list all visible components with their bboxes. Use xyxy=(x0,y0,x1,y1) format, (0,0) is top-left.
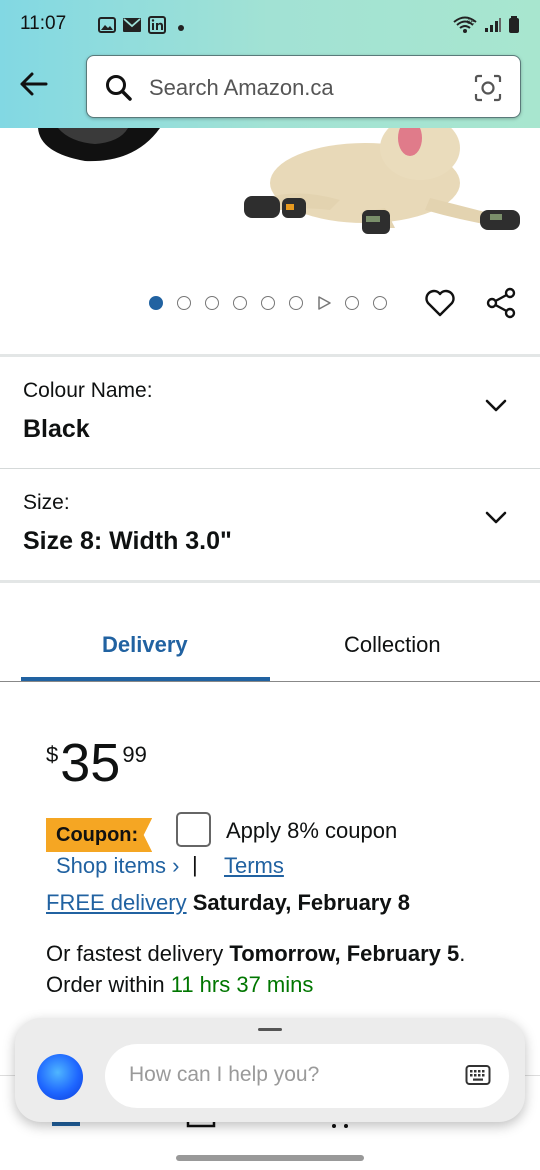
coupon-apply-label[interactable]: Apply 8% coupon xyxy=(226,818,397,844)
free-delivery-link[interactable]: FREE delivery xyxy=(46,890,187,915)
price-currency: $ xyxy=(46,742,59,767)
divider xyxy=(0,580,540,583)
signal-icon xyxy=(484,17,502,38)
product-image xyxy=(38,128,520,234)
carousel-dot[interactable] xyxy=(205,296,219,310)
linkedin-icon xyxy=(148,16,166,39)
fastest-suffix: . xyxy=(459,941,466,966)
size-value: Size 8: Width 3.0" xyxy=(23,527,232,555)
camera-search-icon[interactable] xyxy=(473,73,503,108)
free-delivery-line: FREE delivery Saturday, February 8 xyxy=(46,890,410,916)
coupon-checkbox[interactable] xyxy=(176,812,211,847)
carousel-dot[interactable] xyxy=(345,296,359,310)
order-within-prefix: Order within xyxy=(46,972,165,997)
gesture-bar[interactable] xyxy=(176,1155,364,1161)
price: $ 35 99 xyxy=(46,736,147,790)
chevron-down-icon[interactable] xyxy=(484,393,508,422)
size-label: Size: xyxy=(23,491,70,514)
status-right-icons: 6E xyxy=(452,15,520,40)
status-time: 11:07 xyxy=(20,13,67,34)
assistant-panel: How can I help you? xyxy=(15,1018,525,1122)
coupon-badge: Coupon: xyxy=(46,818,153,852)
carousel-indicators xyxy=(149,296,387,310)
size-selector[interactable]: Size: Size 8: Width 3.0" xyxy=(0,469,540,581)
shop-items-link[interactable]: Shop items › xyxy=(56,853,180,879)
terms-link[interactable]: Terms xyxy=(224,853,284,879)
drag-handle[interactable] xyxy=(258,1028,282,1031)
carousel-dot[interactable] xyxy=(177,296,191,310)
carousel-dot[interactable] xyxy=(373,296,387,310)
order-within-time: 11 hrs 37 mins xyxy=(170,972,314,997)
chevron-down-icon[interactable] xyxy=(484,505,508,534)
price-whole: 35 xyxy=(60,733,121,793)
heart-icon[interactable] xyxy=(423,286,457,325)
carousel-dot[interactable] xyxy=(289,296,303,310)
assistant-orb-icon[interactable] xyxy=(37,1054,83,1100)
share-icon[interactable] xyxy=(484,286,518,325)
delivery-tabs: Delivery Collection xyxy=(0,610,540,684)
fastest-prefix: Or fastest delivery xyxy=(46,941,224,966)
link-separator: | xyxy=(192,852,198,877)
search-input[interactable]: Search Amazon.ca xyxy=(149,75,334,101)
dot-icon xyxy=(178,24,184,31)
tab-delivery[interactable]: Delivery xyxy=(102,632,188,658)
colour-value: Black xyxy=(23,415,90,443)
mail-icon xyxy=(122,17,142,38)
search-icon xyxy=(105,74,133,107)
fastest-delivery-text: Or fastest delivery Tomorrow, February 5… xyxy=(46,938,516,1000)
carousel-dot[interactable] xyxy=(149,296,163,310)
carousel-video-indicator[interactable] xyxy=(317,296,331,310)
keyboard-icon[interactable] xyxy=(465,1064,491,1091)
free-delivery-date: Saturday, February 8 xyxy=(192,890,410,915)
colour-label: Colour Name: xyxy=(23,379,153,402)
status-left-icons xyxy=(98,16,184,39)
app-header: 11:07 6E Search Amazon.ca xyxy=(0,0,540,128)
wifi-6e-icon: 6E xyxy=(452,15,478,40)
tab-divider xyxy=(0,681,540,682)
carousel-dot[interactable] xyxy=(261,296,275,310)
tab-collection[interactable]: Collection xyxy=(344,632,441,658)
back-arrow-icon[interactable] xyxy=(16,66,52,102)
colour-selector[interactable]: Colour Name: Black xyxy=(0,357,540,469)
price-fraction: 99 xyxy=(122,742,147,767)
photo-icon xyxy=(98,17,116,38)
fastest-date: Tomorrow, February 5 xyxy=(229,941,460,966)
assistant-input[interactable]: How can I help you? xyxy=(105,1044,509,1108)
assistant-input-placeholder: How can I help you? xyxy=(129,1063,320,1086)
search-bar[interactable]: Search Amazon.ca xyxy=(86,55,521,118)
product-image-carousel[interactable] xyxy=(0,128,540,353)
carousel-dot[interactable] xyxy=(233,296,247,310)
svg-text:6E: 6E xyxy=(467,20,474,26)
status-bar: 11:07 6E xyxy=(0,0,540,50)
battery-icon xyxy=(508,16,520,39)
